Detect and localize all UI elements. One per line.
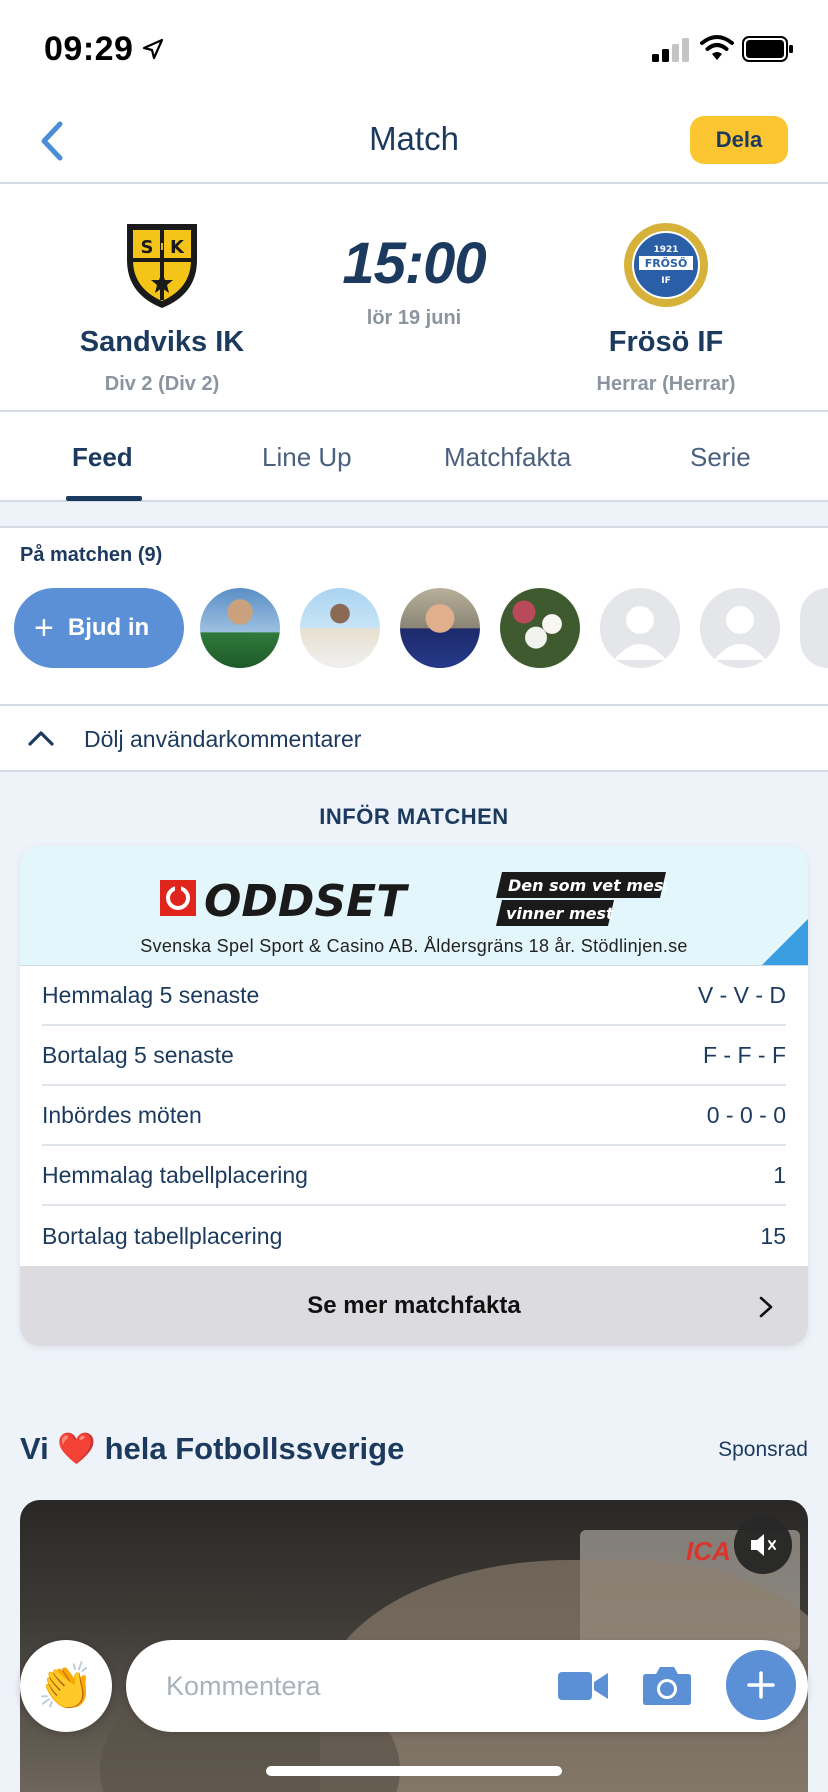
- froso-crest-icon: 1921 FRÖSÖ IF: [624, 223, 708, 307]
- home-indicator: [266, 1766, 562, 1776]
- svg-text:I: I: [160, 242, 164, 253]
- stat-value: 0 - 0 - 0: [706, 1101, 786, 1128]
- stat-label: Inbördes möten: [42, 1101, 202, 1128]
- stat-value: V - V - D: [697, 981, 786, 1008]
- avatar-placeholder[interactable]: [600, 588, 680, 668]
- away-team-division: Herrar (Herrar): [596, 373, 736, 395]
- match-header: S K I Sandviks IK Div 2 (Div 2) 15:00 lö…: [0, 184, 828, 412]
- home-team[interactable]: S K I Sandviks IK Div 2 (Div 2): [42, 220, 282, 396]
- sandviks-crest-icon: S K I: [127, 224, 197, 308]
- cellular-signal-icon: [652, 38, 689, 62]
- chevron-up-icon: [28, 731, 54, 746]
- oddset-tagline-2: vinner mest: [506, 904, 615, 923]
- ad-corner-icon: [762, 919, 808, 965]
- stat-value: F - F - F: [702, 1041, 786, 1068]
- avatar[interactable]: [500, 588, 580, 668]
- mute-icon[interactable]: [734, 1516, 792, 1574]
- tab-bar: Feed Line Up Matchfakta Serie: [0, 412, 828, 502]
- oddset-tagline: Den som vet mest vinner mest: [496, 872, 666, 926]
- status-time: 09:29: [44, 30, 134, 68]
- avatar[interactable]: [200, 588, 280, 668]
- svg-text:1921: 1921: [653, 245, 678, 255]
- tab-matchfakta[interactable]: Matchfakta: [444, 442, 571, 473]
- comment-bar: [126, 1640, 808, 1732]
- kickoff: 15:00 lör 19 juni: [314, 230, 514, 330]
- wifi-icon: [700, 35, 734, 60]
- plus-icon: +: [34, 609, 54, 647]
- tab-feed[interactable]: Feed: [72, 442, 133, 473]
- section-heading: INFÖR MATCHEN: [319, 804, 509, 829]
- avatar-placeholder[interactable]: [800, 588, 828, 668]
- invite-label: Bjud in: [67, 614, 150, 641]
- attendees-section: På matchen (9) + Bjud in: [0, 526, 828, 706]
- home-team-name: Sandviks IK: [79, 326, 245, 358]
- stat-label: Bortalag 5 senaste: [42, 1041, 234, 1068]
- home-team-division: Div 2 (Div 2): [104, 373, 220, 395]
- sponsored-title-post: hela Fotbollssverige: [104, 1431, 405, 1466]
- avatar-placeholder[interactable]: [700, 588, 780, 668]
- sponsored-title-pre: Vi: [20, 1431, 49, 1466]
- clap-button[interactable]: 👏: [20, 1640, 112, 1732]
- oddset-tagline-1: Den som vet mest: [508, 876, 666, 895]
- svg-text:FRÖSÖ: FRÖSÖ: [645, 256, 688, 270]
- away-team-name: Frösö IF: [608, 326, 724, 358]
- status-bar: 09:29: [0, 0, 828, 100]
- navigation-bar: Match Dela: [0, 100, 828, 184]
- battery-icon: [742, 36, 793, 62]
- add-button[interactable]: [726, 1650, 796, 1720]
- svg-text:K: K: [170, 237, 185, 258]
- camera-icon[interactable]: [642, 1664, 692, 1706]
- attendees-title: På matchen (9): [20, 544, 163, 566]
- kickoff-date: lör 19 juni: [366, 307, 462, 329]
- pre-match-card: ODDSET Den som vet mest vinner mest Sven…: [20, 846, 808, 1346]
- share-button[interactable]: Dela: [690, 116, 788, 164]
- svg-text:S: S: [141, 237, 154, 258]
- stat-label: Hemmalag tabellplacering: [42, 1161, 308, 1188]
- more-matchfacts-label: Se mer matchfakta: [307, 1292, 521, 1319]
- oddset-brand-text: ODDSET: [204, 876, 409, 924]
- away-team[interactable]: 1921 FRÖSÖ IF Frösö IF Herrar (Herrar): [546, 220, 786, 396]
- comment-input[interactable]: [166, 1668, 526, 1704]
- stat-row: Bortalag 5 senaste F - F - F: [42, 1026, 786, 1086]
- kickoff-time: 15:00: [342, 231, 486, 296]
- sponsored-tag: Sponsrad: [718, 1438, 808, 1461]
- more-matchfacts-button[interactable]: Se mer matchfakta: [20, 1266, 808, 1346]
- oddset-ad-banner[interactable]: ODDSET Den som vet mest vinner mest Sven…: [20, 846, 808, 966]
- chevron-right-icon: [759, 1296, 773, 1318]
- heart-icon: ❤️: [57, 1431, 96, 1466]
- stat-value: 1: [773, 1161, 786, 1188]
- active-tab-indicator: [66, 496, 142, 501]
- plus-icon: [747, 1671, 775, 1699]
- stat-row: Bortalag tabellplacering 15: [42, 1206, 786, 1266]
- tab-serie[interactable]: Serie: [690, 442, 751, 473]
- avatar[interactable]: [300, 588, 380, 668]
- hide-comments-label: Dölj användarkommentarer: [84, 726, 362, 752]
- video-camera-icon[interactable]: [558, 1668, 610, 1704]
- stat-label: Hemmalag 5 senaste: [42, 981, 260, 1008]
- stat-row: Hemmalag 5 senaste V - V - D: [42, 966, 786, 1026]
- avatar[interactable]: [400, 588, 480, 668]
- ad-disclaimer: Svenska Spel Sport & Casino AB. Åldersgr…: [140, 936, 688, 956]
- stat-row: Hemmalag tabellplacering 1: [42, 1146, 786, 1206]
- stat-label: Bortalag tabellplacering: [42, 1222, 283, 1249]
- hide-comments-toggle[interactable]: Dölj användarkommentarer: [0, 706, 828, 772]
- location-arrow-icon: [142, 38, 164, 60]
- user-silhouette-icon: [614, 606, 666, 660]
- stat-row: Inbördes möten 0 - 0 - 0: [42, 1086, 786, 1146]
- invite-button[interactable]: + Bjud in: [14, 588, 184, 668]
- user-silhouette-icon: [714, 606, 766, 660]
- tab-line-up[interactable]: Line Up: [262, 442, 352, 473]
- svg-text:IF: IF: [661, 276, 671, 286]
- sponsored-title: Vi ❤️ hela Fotbollssverige: [20, 1430, 404, 1467]
- clapping-hands-icon: 👏: [37, 1660, 95, 1712]
- ica-logo: ICA: [686, 1536, 731, 1566]
- stat-value: 15: [760, 1222, 786, 1249]
